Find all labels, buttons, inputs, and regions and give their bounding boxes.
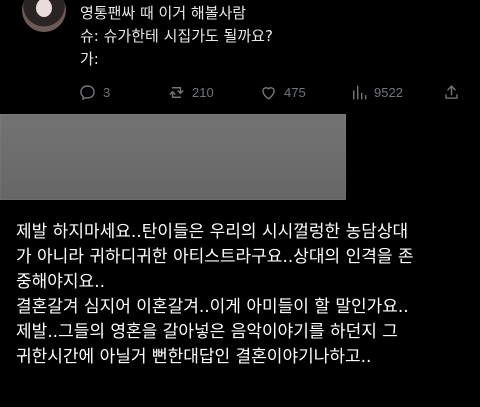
views-count: 9522 [374,84,403,100]
tweet-text-line: 영통팬싸 때 이거 해볼사람 [80,4,247,22]
views-button[interactable]: 9522 [349,80,403,104]
like-count: 475 [284,84,306,100]
tweet-actions: 3 210 475 9522 [78,80,468,104]
heart-icon [259,83,278,102]
caption-line: 제발..그들의 영혼을 갈아넣은 음악이야기를 하던지 그 [16,322,398,342]
reply-count: 3 [103,84,111,100]
blurred-image-card [0,114,346,200]
reply-icon [78,83,97,102]
avatar[interactable] [22,0,66,32]
caption-line: 중해야지요.. [16,272,106,292]
caption-line: 제발 하지마세요..탄이들은 우리의 시시껄렁한 농담상대 [16,222,409,242]
caption-text: 제발 하지마세요..탄이들은 우리의 시시껄렁한 농담상대 가 아니라 귀하디귀… [16,220,470,370]
tweet-text-line: 슈: 슈가한테 시집가도 될까요? [80,27,273,45]
retweet-icon [167,83,186,102]
reply-button[interactable]: 3 [78,80,110,104]
share-icon [442,83,461,102]
retweet-count: 210 [192,84,214,100]
tweet-text-line: 가: [80,50,99,68]
caption-line: 귀한시간에 아닐거 뻔한대답인 결혼이야기나하고.. [16,347,372,367]
share-button[interactable] [442,80,461,104]
retweet-button[interactable]: 210 [167,80,214,104]
like-button[interactable]: 475 [259,80,306,104]
avatar-face [36,0,52,17]
views-icon [349,83,368,102]
caption-line: 가 아니라 귀하디귀한 아티스트라구요..상대의 인격을 존 [16,247,414,267]
caption-line: 결혼갈겨 심지어 이혼갈겨..이게 아미들이 할 말인가요.. [16,297,409,317]
